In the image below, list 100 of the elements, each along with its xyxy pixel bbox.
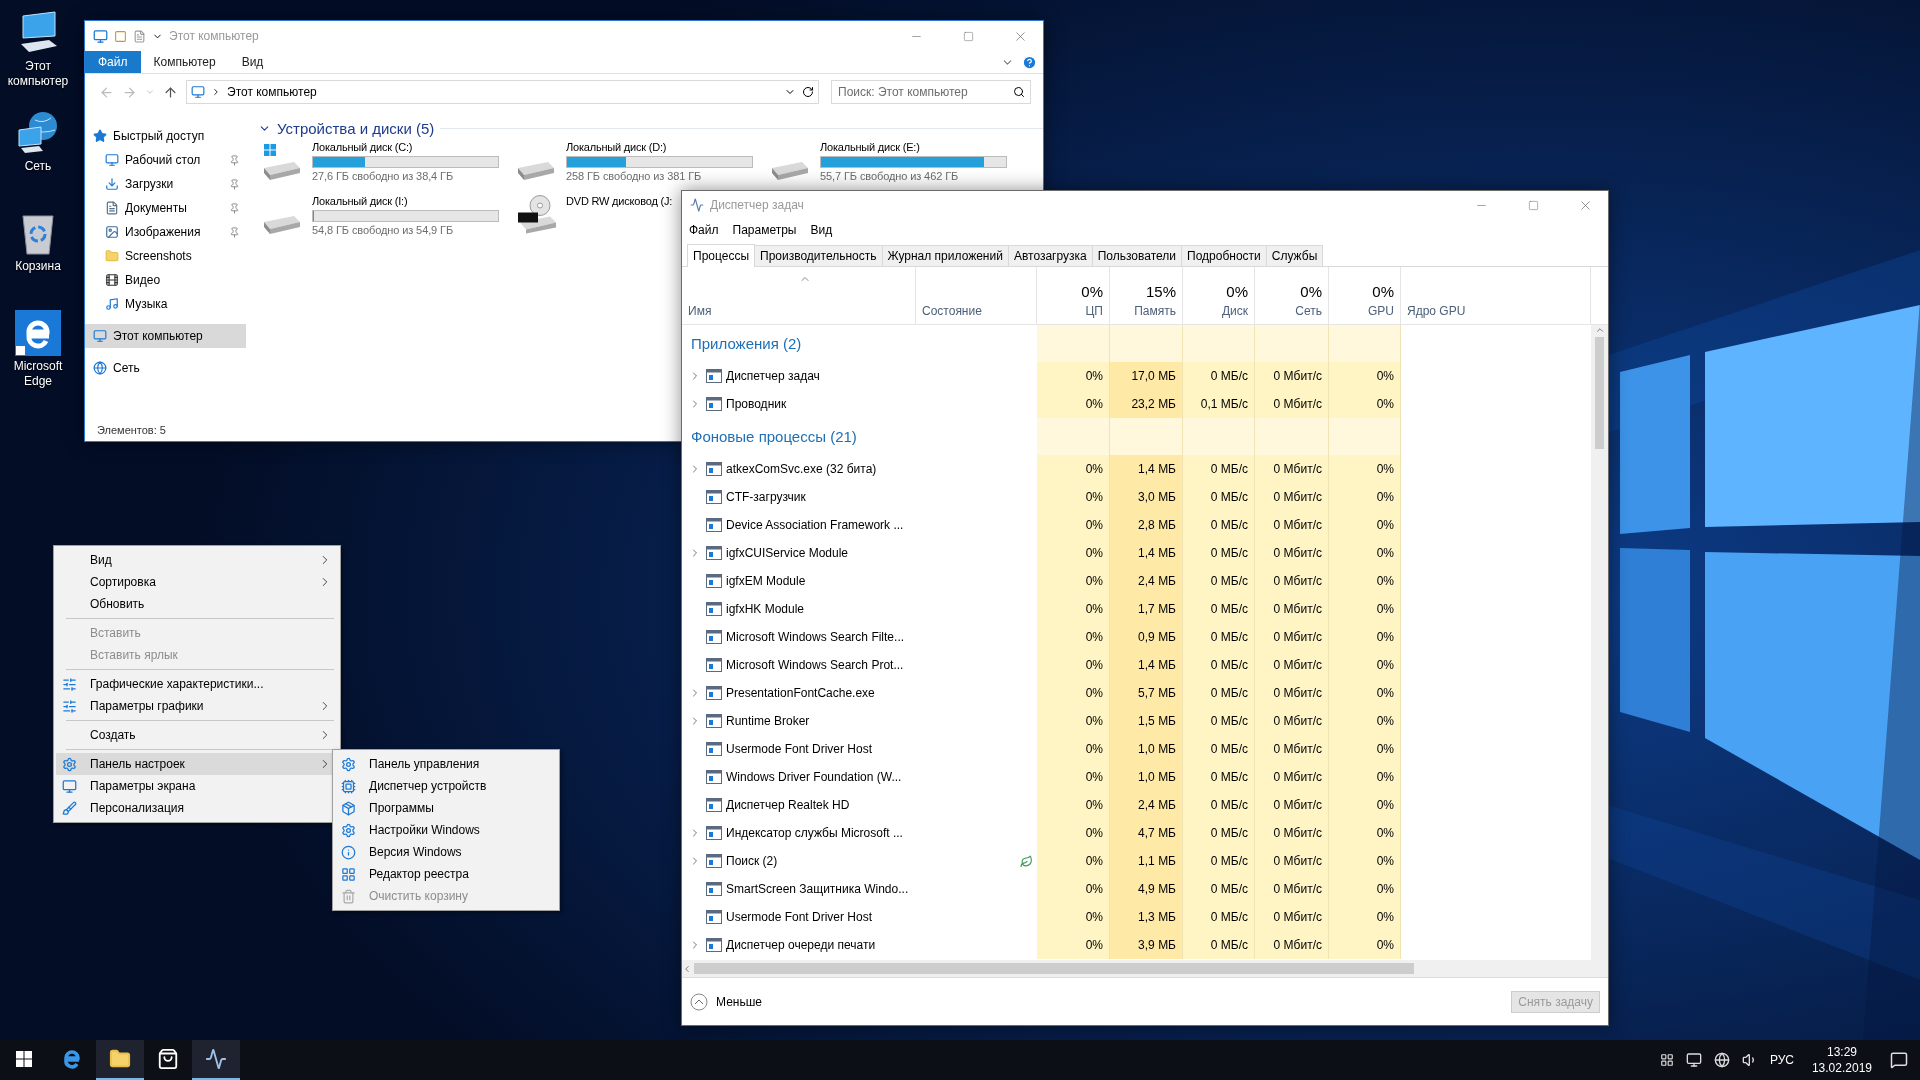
forward-icon[interactable]: [122, 84, 137, 100]
nav-item[interactable]: Документы: [85, 196, 246, 220]
ribbon-tab[interactable]: Вид: [228, 51, 277, 73]
menu-item[interactable]: Обновить: [56, 593, 338, 615]
drive-item[interactable]: Локальный диск (I:) 54,8 ГБ свободно из 54,9 ГБ: [264, 194, 499, 244]
notifications-icon[interactable]: [1890, 1051, 1908, 1069]
search-field[interactable]: Поиск: Этот компьютер: [831, 80, 1031, 104]
column-header[interactable]: 0% ЦП: [1037, 267, 1110, 324]
nav-item[interactable]: Загрузки: [85, 172, 246, 196]
folder-icon[interactable]: [109, 1048, 131, 1070]
taskbar-button[interactable]: [192, 1040, 240, 1080]
menu-item[interactable]: Версия Windows: [335, 841, 557, 863]
menu-item[interactable]: Вид: [810, 223, 833, 237]
horizontal-scrollbar[interactable]: [682, 960, 1608, 977]
menu-item[interactable]: Сортировка: [56, 571, 338, 593]
help-icon[interactable]: [1022, 54, 1037, 70]
process-row[interactable]: PresentationFontCache.exe 0% 5,7 МБ 0 МБ/с 0 Мбит/с 0%: [682, 679, 1591, 707]
desktop-icon-label[interactable]: Microsoft Edge: [1, 359, 75, 389]
nav-item[interactable]: Screenshots: [85, 244, 246, 268]
menu-item[interactable]: Параметры графики: [56, 695, 338, 717]
drive-item[interactable]: Локальный диск (E:) 55,7 ГБ свободно из 462 ГБ: [772, 140, 1007, 190]
menu-item[interactable]: Диспетчер устройств: [335, 775, 557, 797]
process-row[interactable]: igfxHK Module 0% 1,7 МБ 0 МБ/с 0 Мбит/с 0%: [682, 595, 1591, 623]
process-row[interactable]: Microsoft Windows Search Filte... 0% 0,9 МБ 0 МБ/с 0 Мбит/с 0%: [682, 623, 1591, 651]
taskbar-button[interactable]: [96, 1040, 144, 1080]
fewer-details-button[interactable]: Меньше: [690, 992, 762, 1011]
nav-item[interactable]: Рабочий стол: [85, 148, 246, 172]
process-row[interactable]: Usermode Font Driver Host 0% 1,0 МБ 0 МБ/с 0 Мбит/с 0%: [682, 735, 1591, 763]
menu-item[interactable]: Панель управления: [335, 753, 557, 775]
process-row[interactable]: Диспетчер Realtek HD 0% 2,4 МБ 0 МБ/с 0 Мбит/с 0%: [682, 791, 1591, 819]
tab[interactable]: Службы: [1265, 245, 1324, 266]
browser-icon[interactable]: [15, 310, 61, 356]
menu-item[interactable]: Вид: [56, 549, 338, 571]
tab[interactable]: Пользователи: [1091, 245, 1183, 266]
process-row[interactable]: Usermode Font Driver Host 0% 1,3 МБ 0 МБ/с 0 Мбит/с 0%: [682, 903, 1591, 931]
task-manager-icon[interactable]: [205, 1048, 227, 1070]
nav-item[interactable]: Изображения: [85, 220, 246, 244]
process-row[interactable]: Device Association Framework ... 0% 2,8 МБ 0 МБ/с 0 Мбит/с 0%: [682, 511, 1591, 539]
process-row[interactable]: Microsoft Windows Search Prot... 0% 1,4 МБ 0 МБ/с 0 Мбит/с 0%: [682, 651, 1591, 679]
address-bar[interactable]: Этот компьютер: [186, 80, 819, 104]
ribbon-tab[interactable]: Компьютер: [140, 51, 229, 73]
scrollbar-thumb[interactable]: [1595, 337, 1604, 449]
process-row[interactable]: Диспетчер задач 0% 17,0 МБ 0 МБ/с 0 Мбит/с 0%: [682, 362, 1591, 390]
menu-item[interactable]: Создать: [56, 724, 338, 746]
process-row[interactable]: Диспетчер очереди печати 0% 3,9 МБ 0 МБ/с 0 Мбит/с 0%: [682, 931, 1591, 959]
process-row[interactable]: atkexComSvc.exe (32 бита) 0% 1,4 МБ 0 МБ/с 0 Мбит/с 0%: [682, 455, 1591, 483]
nav-item[interactable]: Музыка: [85, 292, 246, 316]
column-header[interactable]: 0% GPU: [1329, 267, 1401, 324]
up-icon[interactable]: [163, 84, 178, 100]
process-row[interactable]: igfxEM Module 0% 2,4 МБ 0 МБ/с 0 Мбит/с 0%: [682, 567, 1591, 595]
store-icon[interactable]: [157, 1048, 179, 1070]
maximize-icon[interactable]: [1527, 199, 1539, 211]
menu-item[interactable]: Настройки Windows: [335, 819, 557, 841]
menu-item[interactable]: Программы: [335, 797, 557, 819]
desktop-icon-label[interactable]: Этот компьютер: [1, 59, 75, 89]
start-icon[interactable]: [16, 1051, 32, 1067]
process-row[interactable]: SmartScreen Защитника Windo... 0% 4,9 МБ 0 МБ/с 0 Мбит/с 0%: [682, 875, 1591, 903]
column-header[interactable]: Состояние: [916, 267, 1037, 324]
process-row[interactable]: Windows Driver Foundation (W... 0% 1,0 МБ 0 МБ/с 0 Мбит/с 0%: [682, 763, 1591, 791]
scroll-left-icon[interactable]: [682, 963, 692, 974]
tab[interactable]: Автозагрузка: [1007, 245, 1093, 266]
process-row[interactable]: Индексатор службы Microsoft ... 0% 4,7 МБ 0 МБ/с 0 Мбит/с 0%: [682, 819, 1591, 847]
nav-item[interactable]: Быстрый доступ: [85, 124, 246, 148]
tab[interactable]: Подробности: [1181, 245, 1267, 266]
tab[interactable]: Процессы: [687, 244, 755, 267]
column-header[interactable]: Имя: [682, 267, 916, 324]
process-row[interactable]: CTF-загрузчик 0% 3,0 МБ 0 МБ/с 0 Мбит/с 0%: [682, 483, 1591, 511]
clock[interactable]: 13:29 13.02.2019: [1805, 1045, 1878, 1075]
browser-icon[interactable]: [61, 1048, 83, 1070]
menu-item[interactable]: Графические характеристики...: [56, 673, 338, 695]
tray-icon[interactable]: [1659, 1053, 1674, 1067]
search-icon[interactable]: [1013, 86, 1025, 98]
scrollbar-thumb[interactable]: [694, 963, 1414, 974]
tab[interactable]: Производительность: [754, 245, 883, 266]
desktop-icon-label[interactable]: Корзина: [1, 259, 75, 274]
network-icon[interactable]: [1685, 1052, 1702, 1068]
nav-item[interactable]: Сеть: [85, 356, 246, 380]
drive-item[interactable]: DVD RW дисковод (J:: [518, 194, 673, 244]
column-header[interactable]: Ядро GPU: [1401, 267, 1591, 324]
desktop-icon-label[interactable]: Сеть: [1, 159, 75, 174]
ribbon-tab[interactable]: Файл: [85, 51, 141, 73]
tab[interactable]: Журнал приложений: [881, 245, 1009, 266]
drive-item[interactable]: Локальный диск (C:) 27,6 ГБ свободно из 38,4 ГБ: [264, 140, 499, 190]
nav-item[interactable]: Этот компьютер: [85, 324, 246, 348]
column-header[interactable]: 15% Память: [1110, 267, 1183, 324]
menu-item[interactable]: Файл: [689, 223, 719, 237]
menu-item[interactable]: Редактор реестра: [335, 863, 557, 885]
process-row[interactable]: Поиск (2) 0% 1,1 МБ 0 МБ/с 0 Мбит/с 0%: [682, 847, 1591, 875]
vertical-scrollbar[interactable]: [1591, 325, 1608, 960]
nav-item[interactable]: Видео: [85, 268, 246, 292]
properties-icon[interactable]: [114, 29, 127, 43]
scroll-up-icon[interactable]: [1594, 325, 1605, 335]
column-header[interactable]: 0% Сеть: [1255, 267, 1329, 324]
new-folder-icon[interactable]: [133, 29, 146, 43]
drive-item[interactable]: Локальный диск (D:) 258 ГБ свободно из 381 ГБ: [518, 140, 753, 190]
menu-item[interactable]: Параметры: [732, 223, 797, 237]
back-icon[interactable]: [99, 84, 114, 100]
process-row[interactable]: Runtime Broker 0% 1,5 МБ 0 МБ/с 0 Мбит/с 0%: [682, 707, 1591, 735]
process-row[interactable]: Проводник 0% 23,2 МБ 0,1 МБ/с 0 Мбит/с 0%: [682, 390, 1591, 418]
column-header[interactable]: 0% Диск: [1183, 267, 1255, 324]
